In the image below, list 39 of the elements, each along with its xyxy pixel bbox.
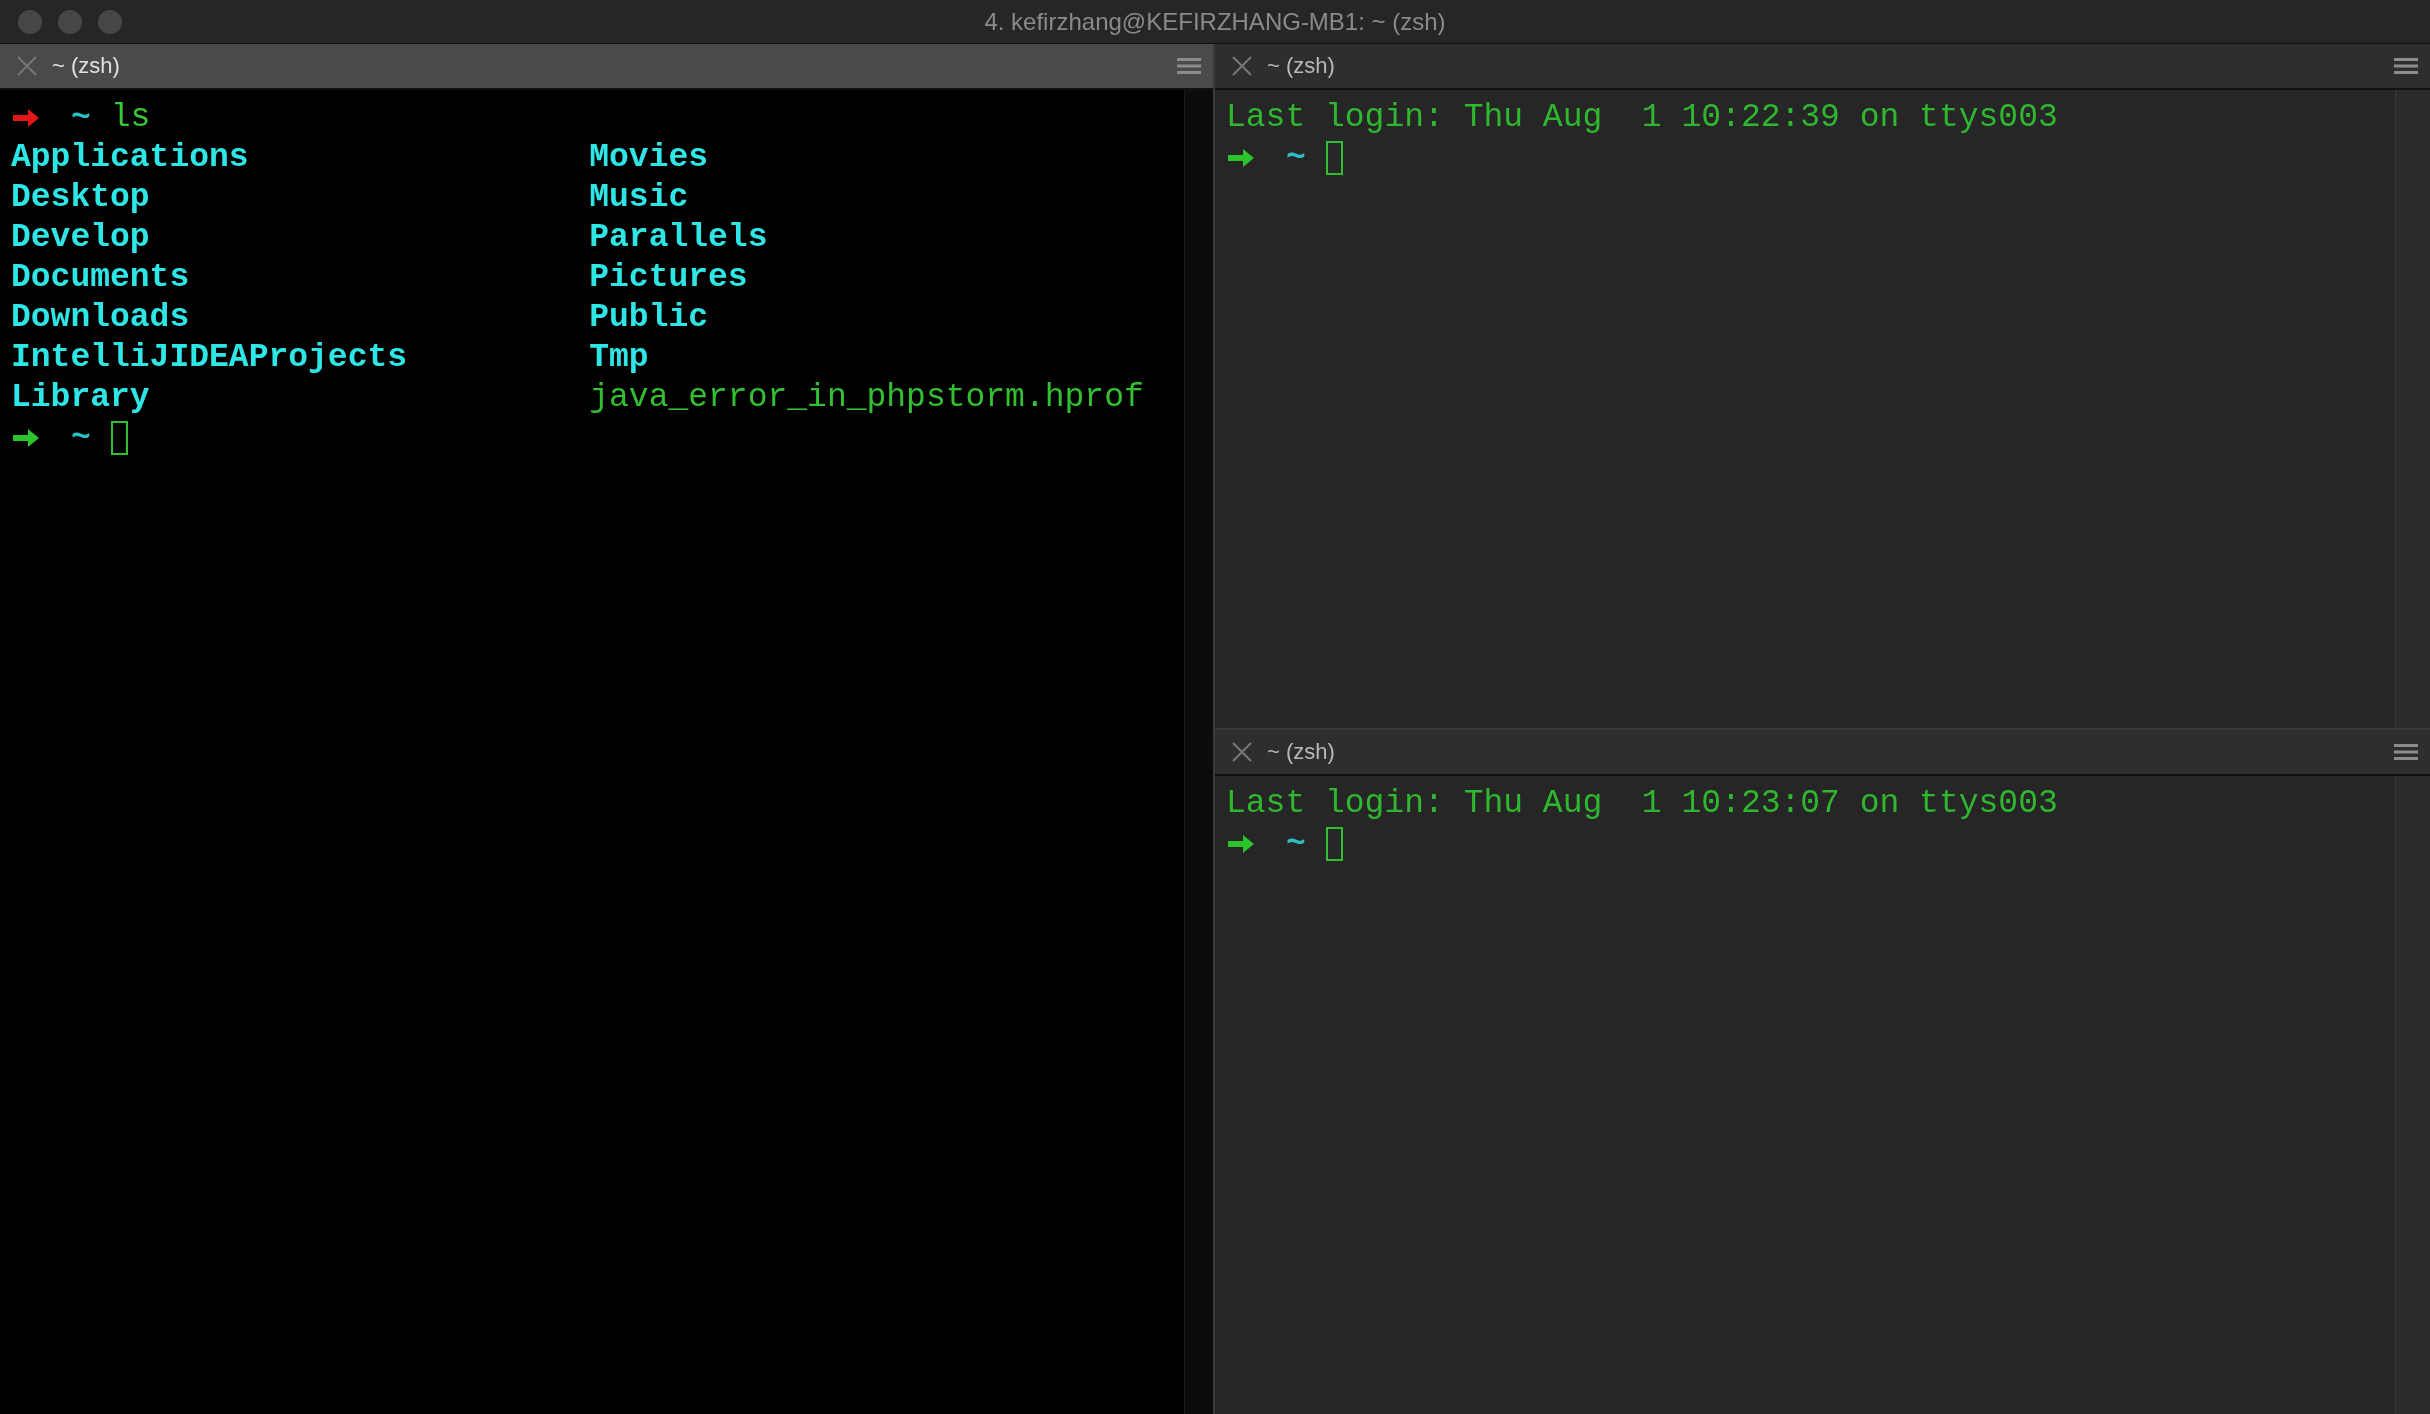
close-icon[interactable] (1231, 741, 1253, 763)
tab-title[interactable]: ~ (zsh) (52, 53, 120, 79)
tab-title[interactable]: ~ (zsh) (1267, 53, 1335, 79)
file-name: java_error_in_phpstorm.hprof (589, 378, 1144, 418)
scrollbar-track[interactable] (2395, 90, 2430, 728)
menu-icon[interactable] (1177, 57, 1201, 75)
terminal-pane[interactable]: Last login: Thu Aug 1 10:23:07 on ttys003 ~ (1215, 776, 2430, 1414)
directory-name: Documents (11, 258, 191, 298)
directory-name: Pictures (589, 258, 749, 298)
close-icon[interactable] (16, 55, 38, 77)
directory-name: Desktop (11, 178, 151, 218)
prompt-directory: ~ (71, 98, 91, 138)
close-icon[interactable] (1231, 55, 1253, 77)
directory-name: Applications (11, 138, 250, 178)
command-text: ls (110, 98, 151, 138)
directory-name: Parallels (589, 218, 769, 258)
window-title: 4. kefirzhang@KEFIRZHANG-MB1: ~ (zsh) (984, 7, 1446, 35)
directory-name: Music (589, 178, 690, 218)
tab-title[interactable]: ~ (zsh) (1267, 739, 1335, 765)
scrollbar-track[interactable] (2395, 776, 2430, 1414)
menu-icon[interactable] (2394, 57, 2418, 75)
zoom-window-button[interactable] (98, 9, 122, 34)
menu-icon[interactable] (2394, 743, 2418, 761)
directory-name: Library (11, 378, 151, 418)
prompt-directory: ~ (1286, 824, 1306, 864)
directory-name: Develop (11, 218, 151, 258)
directory-name: Public (589, 298, 710, 338)
minimize-window-button[interactable] (58, 9, 82, 34)
prompt-directory: ~ (1286, 138, 1306, 178)
terminal-pane[interactable]: Last login: Thu Aug 1 10:22:39 on ttys003 ~ (1215, 90, 2430, 728)
close-window-button[interactable] (18, 9, 42, 34)
directory-name: Movies (589, 138, 710, 178)
directory-name: Tmp (589, 338, 650, 378)
directory-name: Downloads (11, 298, 191, 338)
directory-name: IntelliJIDEAProjects (11, 338, 409, 378)
prompt-directory: ~ (71, 418, 91, 458)
output-line: Last login: Thu Aug 1 10:23:07 on ttys003 (1226, 784, 2059, 824)
scrollbar-track[interactable] (1184, 90, 1213, 1414)
output-line: Last login: Thu Aug 1 10:22:39 on ttys003 (1226, 98, 2059, 138)
